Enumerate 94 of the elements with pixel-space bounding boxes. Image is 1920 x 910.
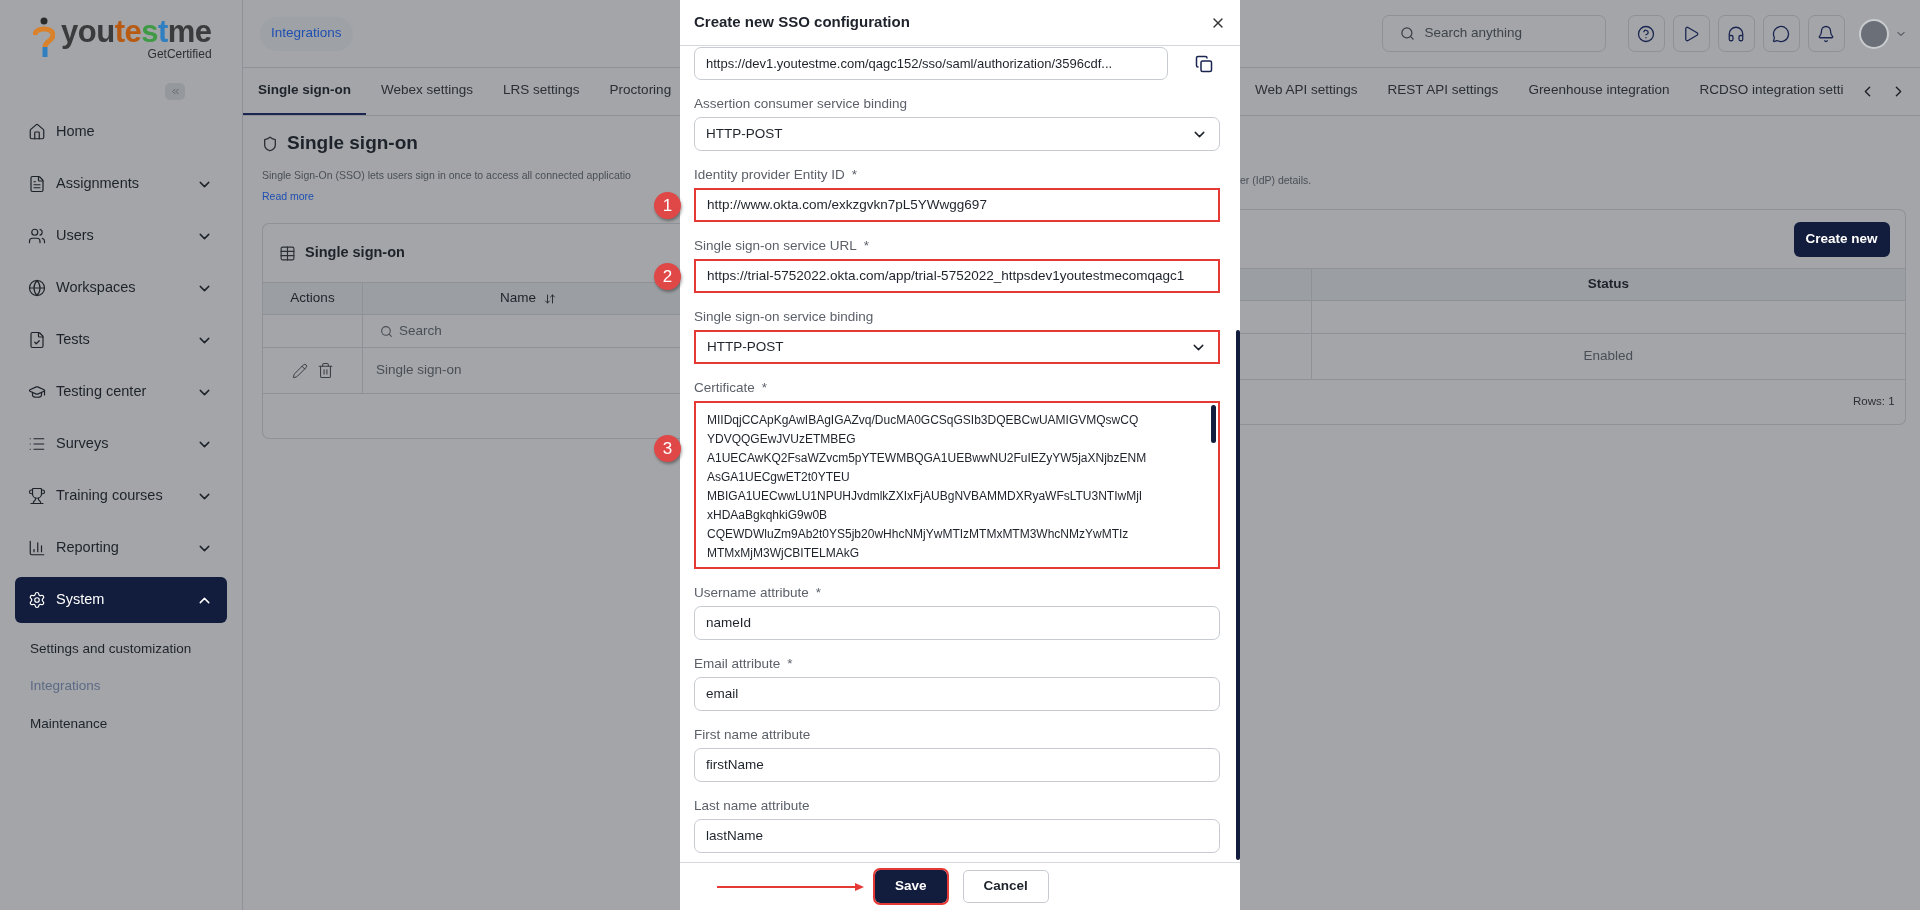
page-title: Single sign-on	[287, 131, 418, 156]
text-field[interactable]: email	[694, 677, 1220, 711]
sort-icon[interactable]	[544, 292, 556, 305]
table-icon	[279, 244, 296, 262]
sidebar-nav-item[interactable]: Testing center	[15, 369, 227, 415]
tab[interactable]: Proctoring	[594, 68, 680, 115]
cancel-button[interactable]: Cancel	[962, 870, 1049, 903]
sidebar-subitem[interactable]: Settings and customization	[30, 638, 192, 659]
row-count: Rows: 1	[1853, 394, 1895, 410]
scrollbar-thumb[interactable]	[1211, 405, 1216, 443]
scrollbar-thumb[interactable]	[1236, 330, 1240, 860]
field-label: Single sign-on service URL	[694, 236, 857, 255]
sidebar-nav-item[interactable]: Workspaces	[15, 265, 227, 311]
certificate-textarea[interactable]: MIIDqjCCApKgAwIBAgIGAZvq/DucMA0GCSqGSIb3DQEBCwUAMIGVMQswCQ YDVQQGEwJVUzETMBEG A1UECAwKQ2FsaWZvcm5pYTEWMBQGA1UEBwwNU2FuIEZyYW5jaXNjbzENM AsGA1UECgwET2t0YTEU MBIGA1UECwwLU1NPUHJvdmlkZXIxFjAUBgNVBAMMDXRyaWFsLTU3NTIwMjI xHDAaBgkqhkiG9w0B CQEWDWluZm9Ab2t0YS5jb20wHhcNMjYwMTIzMTMxMTM3WhcNMzYwMTIz MTMxMjM3WjCBITELMAkG	[694, 401, 1220, 569]
readonly-url-field[interactable]: https://dev1.youtestme.com/qagc152/sso/saml/authorization/3596cdf...	[694, 47, 1168, 80]
field-label: Assertion consumer service binding	[694, 94, 908, 113]
logo-wordmark: youtestme	[61, 15, 212, 48]
sidebar-nav-item[interactable]: Training courses	[15, 473, 227, 519]
checked-document-icon	[28, 331, 46, 349]
globe-icon	[28, 279, 46, 297]
page-description: er (IdP) details.	[1240, 174, 1312, 186]
text-field[interactable]: nameId	[694, 606, 1220, 640]
toolbar-button[interactable]	[1807, 15, 1845, 52]
field-label: Identity provider Entity ID	[694, 165, 845, 184]
settings-icon	[28, 591, 46, 609]
avatar[interactable]	[1858, 18, 1889, 49]
logo-mark-icon	[33, 17, 55, 59]
dropdown-field[interactable]: HTTP-POST	[694, 117, 1220, 151]
field-label: Last name attribute	[694, 796, 810, 815]
users-icon	[28, 227, 46, 245]
text-field[interactable]: https://trial-5752022.okta.com/app/trial-5752022_httpsdev1youtestmecomqagc1	[694, 259, 1220, 293]
sidebar-nav-item[interactable]: Users	[15, 213, 227, 259]
chat-icon	[1772, 24, 1791, 43]
delete-icon[interactable]	[316, 362, 334, 379]
edit-icon[interactable]	[291, 362, 308, 379]
tab[interactable]: Webex settings	[366, 68, 489, 115]
logo-tagline: GetCertified	[147, 47, 212, 61]
sidebar-nav-item[interactable]: Assignments	[15, 161, 227, 207]
graduation-cap-icon	[28, 383, 46, 401]
tab[interactable]: LRS settings	[488, 68, 595, 115]
field-label: Single sign-on service binding	[694, 307, 874, 326]
save-button[interactable]: Save	[875, 870, 947, 903]
column-header: Status	[1587, 275, 1629, 294]
create-new-button[interactable]: Create new	[1793, 221, 1890, 257]
text-field[interactable]: lastName	[694, 819, 1220, 853]
search-icon	[380, 324, 393, 338]
column-search-field[interactable]: Search	[399, 320, 442, 342]
tab[interactable]: Greenhouse integration	[1513, 68, 1685, 115]
column-header[interactable]: Name	[500, 288, 536, 309]
required-mark: *	[863, 236, 870, 255]
tab[interactable]: Single sign-on	[243, 68, 366, 115]
global-search-field[interactable]: Search anything	[1381, 15, 1606, 52]
dialog-title: Create new SSO configuration	[694, 12, 910, 33]
home-icon	[28, 123, 46, 141]
toolbar-button[interactable]	[1762, 15, 1800, 52]
sidebar-nav-item[interactable]: Surveys	[15, 421, 227, 467]
page-description: Single Sign-On (SSO) lets users sign in once to access all connected applicatio	[262, 168, 632, 183]
sidebar-subitem[interactable]: Maintenance	[30, 713, 108, 734]
help-icon	[1637, 24, 1656, 43]
sidebar-nav-item[interactable]: System	[15, 577, 227, 623]
sidebar-nav-item[interactable]: Reporting	[15, 525, 227, 571]
tab[interactable]: RCDSO integration setti	[1684, 68, 1859, 115]
tab[interactable]: REST API settings	[1372, 68, 1514, 115]
text-field[interactable]: firstName	[694, 748, 1220, 782]
bell-icon	[1817, 24, 1836, 43]
column-header: Actions	[290, 289, 335, 308]
field-label: First name attribute	[694, 725, 811, 744]
play-icon	[1682, 24, 1701, 43]
table-cell-text: Single sign-on	[376, 361, 462, 380]
tab[interactable]: Web API settings	[1240, 68, 1373, 115]
field-label: Email attribute	[694, 654, 781, 673]
required-mark: *	[761, 378, 768, 397]
field-label: Username attribute	[694, 583, 809, 602]
list-icon	[28, 435, 46, 453]
search-icon	[1399, 26, 1415, 41]
sidebar-nav-item[interactable]: Home	[15, 109, 227, 155]
text-field[interactable]: http://www.okta.com/exkzgvkn7pL5YWwgg697	[694, 188, 1220, 222]
table-cell-text: Enabled	[1583, 347, 1634, 366]
field-label: Certificate	[694, 378, 755, 397]
dropdown-field[interactable]: HTTP-POST	[694, 330, 1220, 364]
trophy-icon	[28, 487, 46, 505]
toolbar-button[interactable]	[1672, 15, 1710, 52]
shield-icon	[262, 135, 278, 152]
document-icon	[28, 175, 46, 193]
chart-icon	[28, 539, 46, 557]
card-title: Single sign-on	[305, 243, 405, 263]
toolbar-button[interactable]	[1717, 15, 1755, 52]
headphones-icon	[1727, 24, 1746, 43]
sidebar-nav-item[interactable]: Tests	[15, 317, 227, 363]
required-mark: *	[787, 654, 793, 673]
toolbar-button[interactable]	[1627, 15, 1665, 52]
required-mark: *	[815, 583, 822, 602]
copy-icon[interactable]	[1195, 54, 1213, 73]
required-mark: *	[851, 165, 858, 184]
